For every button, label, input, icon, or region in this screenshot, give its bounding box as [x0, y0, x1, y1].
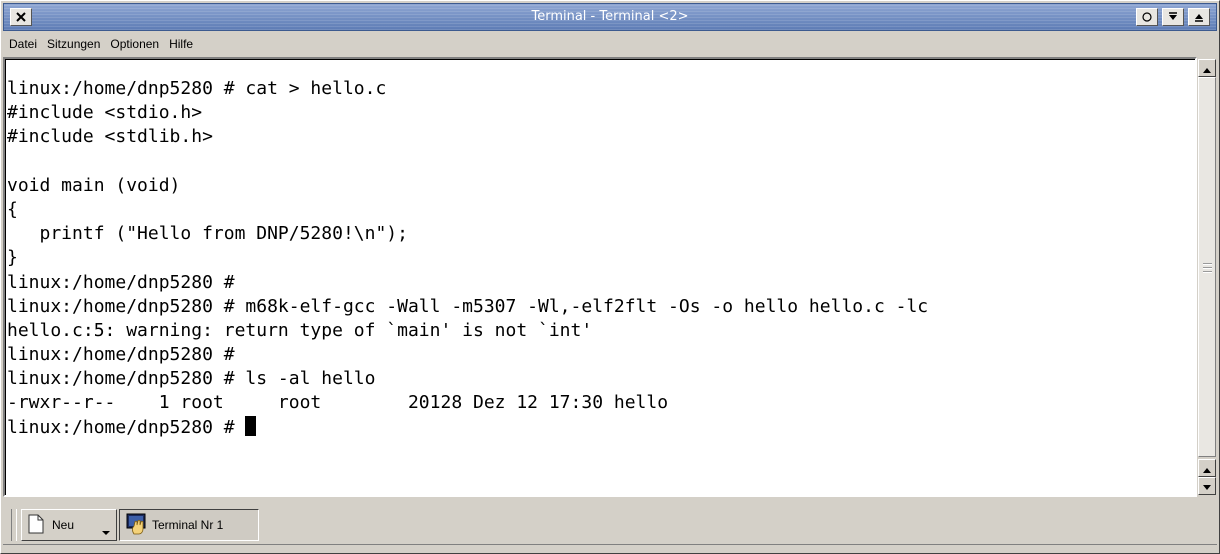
- terminal-tab-label: Terminal Nr 1: [152, 518, 224, 532]
- minimize-icon: [1168, 12, 1178, 22]
- minimize-button[interactable]: [1162, 8, 1184, 26]
- terminal-line: {: [7, 198, 18, 220]
- session-tab-bar: Neu Terminal Nr 1: [3, 501, 1217, 551]
- scroll-up-button-top[interactable]: [1198, 59, 1216, 77]
- terminal-window: Terminal - Terminal <2> Datei Sitzungen …: [0, 0, 1220, 554]
- sticky-button[interactable]: [1136, 8, 1158, 26]
- menu-sitzungen[interactable]: Sitzungen: [42, 34, 105, 56]
- new-session-button[interactable]: Neu: [21, 509, 117, 541]
- terminal-prompt-line: linux:/home/dnp5280 #: [7, 415, 928, 440]
- terminal-line: linux:/home/dnp5280 # cat > hello.c: [7, 78, 387, 99]
- circle-icon: [1142, 12, 1152, 22]
- terminal-hand-icon: [126, 513, 148, 538]
- menu-bar: Datei Sitzungen Optionen Hilfe: [5, 34, 198, 56]
- menu-hilfe[interactable]: Hilfe: [164, 34, 198, 56]
- arrow-up-icon: [1202, 459, 1212, 478]
- terminal-line: void main (void): [7, 174, 181, 196]
- title-bar[interactable]: Terminal - Terminal <2>: [3, 3, 1217, 31]
- terminal-line: linux:/home/dnp5280 #: [7, 344, 235, 366]
- grip-icon: [1203, 263, 1212, 275]
- dropdown-arrow-icon: [102, 531, 110, 535]
- terminal-lines: linux:/home/dnp5280 # cat > hello.c #inc…: [7, 77, 928, 440]
- terminal-line: -rwxr--r-- 1 root root 20128 Dez 12 17:3…: [7, 392, 669, 414]
- text-cursor: [245, 415, 257, 436]
- menu-optionen[interactable]: Optionen: [105, 34, 164, 56]
- terminal-line: printf ("Hello from DNP/5280!\n");: [7, 223, 408, 245]
- arrow-up-icon: [1202, 59, 1212, 78]
- scroll-thumb[interactable]: [1198, 77, 1216, 457]
- terminal-line: linux:/home/dnp5280 # m68k-elf-gcc -Wall…: [7, 295, 929, 317]
- prompt-text: linux:/home/dnp5280 #: [7, 416, 246, 438]
- terminal-line: linux:/home/dnp5280 # ls -al hello: [7, 368, 376, 390]
- scroll-down-button[interactable]: [1198, 477, 1216, 495]
- scroll-track[interactable]: [1198, 77, 1216, 457]
- terminal-line: #include <stdio.h>: [7, 102, 203, 124]
- status-bar-edge: [3, 544, 1217, 551]
- arrow-down-icon: [1202, 477, 1212, 496]
- terminal-line: linux:/home/dnp5280 #: [7, 271, 235, 293]
- terminal-line: #include <stdlib.h>: [7, 126, 213, 148]
- maximize-icon: [1194, 12, 1204, 22]
- tab-terminal-nr-1[interactable]: Terminal Nr 1: [119, 509, 259, 541]
- menu-datei[interactable]: Datei: [5, 34, 42, 56]
- new-session-label: Neu: [52, 518, 75, 532]
- window-title: Terminal - Terminal <2>: [531, 9, 689, 24]
- new-document-icon: [28, 514, 44, 537]
- terminal-line: hello.c:5: warning: return type of `main…: [7, 319, 593, 341]
- scroll-up-button[interactable]: [1198, 459, 1216, 477]
- toolbar-handle[interactable]: [11, 509, 17, 541]
- vertical-scrollbar[interactable]: [1197, 57, 1217, 497]
- terminal-output[interactable]: linux:/home/dnp5280 # cat > hello.c #inc…: [3, 57, 1197, 497]
- maximize-button[interactable]: [1188, 8, 1210, 26]
- terminal-line: }: [7, 247, 18, 269]
